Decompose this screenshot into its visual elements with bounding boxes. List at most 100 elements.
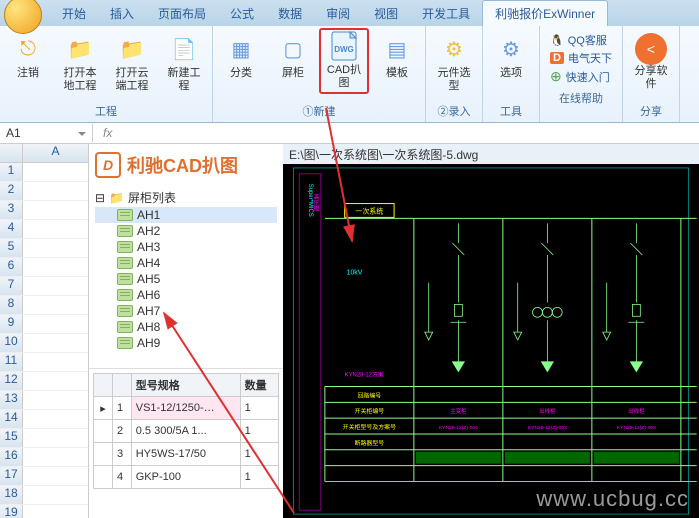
logout-button[interactable]: ⎋注销 xyxy=(4,30,52,83)
svg-text:KYN28-12(Z)-003: KYN28-12(Z)-003 xyxy=(528,425,567,431)
ribbon-tab[interactable]: 利驰报价ExWinner xyxy=(482,0,608,26)
cell[interactable] xyxy=(23,372,88,390)
table-row[interactable]: ▸1VS1-12/1250-…1 xyxy=(94,397,279,420)
cell[interactable] xyxy=(23,391,88,409)
column-header[interactable]: 数量 xyxy=(240,374,278,397)
dianqi-tianxia[interactable]: D电气天下 xyxy=(550,50,612,66)
ribbon-tab[interactable]: 审阅 xyxy=(314,1,362,26)
ribbon-tab[interactable]: 开始 xyxy=(50,1,98,26)
group-label: ②录入 xyxy=(430,102,478,120)
column-header[interactable] xyxy=(113,374,132,397)
quick-start[interactable]: ⊕快速入门 xyxy=(550,68,612,85)
row-header[interactable]: 6 xyxy=(0,258,23,276)
spec-table[interactable]: 型号规格数量 ▸1VS1-12/1250-…120.5 300/5A 1...1… xyxy=(89,369,283,493)
row-header[interactable]: 16 xyxy=(0,448,23,466)
table-row[interactable]: 3HY5WS-17/501 xyxy=(94,443,279,466)
cell[interactable] xyxy=(23,505,88,518)
cell[interactable] xyxy=(23,182,88,200)
column-header[interactable]: A xyxy=(23,144,88,162)
row-header[interactable]: 18 xyxy=(0,486,23,504)
column-header[interactable] xyxy=(94,374,113,397)
cad-scrape-panel: D 利驰CAD扒图 ⊟ 📁 屏柜列表 AH1AH2AH3AH4AH5AH6AH7… xyxy=(89,144,283,518)
row-header[interactable]: 4 xyxy=(0,220,23,238)
ribbon-tab[interactable]: 页面布局 xyxy=(146,1,218,26)
open-cloud-project-button-icon: 📁 xyxy=(116,33,148,65)
cell[interactable] xyxy=(23,353,88,371)
panel-title: D 利驰CAD扒图 xyxy=(89,144,283,186)
cell[interactable] xyxy=(23,334,88,352)
cell[interactable] xyxy=(23,239,88,257)
row-header[interactable]: 8 xyxy=(0,296,23,314)
share-button[interactable]: <分享软件 xyxy=(627,30,675,94)
tree-node[interactable]: AH5 xyxy=(95,271,277,287)
tree-node[interactable]: AH4 xyxy=(95,255,277,271)
cell[interactable] xyxy=(23,486,88,504)
minus-icon[interactable]: ⊟ xyxy=(95,191,105,205)
row-header[interactable]: 17 xyxy=(0,467,23,485)
ribbon-tab[interactable]: 数据 xyxy=(266,1,314,26)
ribbon-tab[interactable]: 视图 xyxy=(362,1,410,26)
new-project-button[interactable]: 📄新建工程 xyxy=(160,30,208,96)
row-header[interactable]: 7 xyxy=(0,277,23,295)
svg-text:主变柜: 主变柜 xyxy=(450,407,467,415)
tree-node[interactable]: AH3 xyxy=(95,239,277,255)
tree-root[interactable]: ⊟ 📁 屏柜列表 xyxy=(95,188,277,207)
open-local-project-button[interactable]: 📁打开本地工程 xyxy=(56,30,104,96)
tree-node[interactable]: AH7 xyxy=(95,303,277,319)
cabinet-tree[interactable]: ⊟ 📁 屏柜列表 AH1AH2AH3AH4AH5AH6AH7AH8AH9 xyxy=(89,186,283,369)
group-label: 工程 xyxy=(4,102,208,120)
tree-node[interactable]: AH9 xyxy=(95,335,277,351)
row-header[interactable]: 15 xyxy=(0,429,23,447)
open-cloud-project-button[interactable]: 📁打开云端工程 xyxy=(108,30,156,96)
tree-node[interactable]: AH1 xyxy=(95,207,277,223)
cell[interactable] xyxy=(23,258,88,276)
row-header[interactable]: 3 xyxy=(0,201,23,219)
cell[interactable] xyxy=(23,429,88,447)
ribbon-tab[interactable]: 开发工具 xyxy=(410,1,482,26)
tree-node[interactable]: AH8 xyxy=(95,319,277,335)
cell[interactable] xyxy=(23,163,88,181)
cell[interactable] xyxy=(23,220,88,238)
cabinet-button[interactable]: ▢屏柜 xyxy=(269,30,317,83)
row-header[interactable]: 2 xyxy=(0,182,23,200)
name-box[interactable]: A1 xyxy=(0,124,93,142)
worksheet-grid[interactable]: A 12345678910111213141516171819 xyxy=(0,144,89,518)
cabinet-icon xyxy=(117,209,133,221)
cell[interactable] xyxy=(23,201,88,219)
row-header[interactable]: 9 xyxy=(0,315,23,333)
ribbon-tab[interactable]: 插入 xyxy=(98,1,146,26)
tree-node[interactable]: AH2 xyxy=(95,223,277,239)
cell[interactable] xyxy=(23,467,88,485)
template-button[interactable]: ▤模板 xyxy=(373,30,421,83)
cell[interactable] xyxy=(23,296,88,314)
ribbon-tab[interactable]: 公式 xyxy=(218,1,266,26)
options-button[interactable]: ⚙选项 xyxy=(487,30,535,83)
table-row[interactable]: 4GKP-1001 xyxy=(94,466,279,489)
select-all-corner[interactable] xyxy=(0,144,23,162)
svg-text:断路器型号: 断路器型号 xyxy=(355,439,385,447)
row-header[interactable]: 13 xyxy=(0,391,23,409)
cad-drawing[interactable]: Super*MICS高压柜一次系统10kV回路编号开关柜编号开关柜型号及方案号断… xyxy=(283,164,699,518)
qq-support[interactable]: 🐧QQ客服 xyxy=(550,32,612,48)
cad-scrape-button[interactable]: DWGCAD扒图 xyxy=(319,28,369,94)
cell[interactable] xyxy=(23,277,88,295)
category-button[interactable]: ▦分类 xyxy=(217,30,265,83)
row-header[interactable]: 12 xyxy=(0,372,23,390)
cell[interactable] xyxy=(23,315,88,333)
row-header[interactable]: 1 xyxy=(0,163,23,181)
row-header[interactable]: 5 xyxy=(0,239,23,257)
cad-viewport[interactable]: E:\图\一次系统图\一次系统图-5.dwg Super*MICS高压柜一次系统… xyxy=(283,144,699,518)
row-header[interactable]: 10 xyxy=(0,334,23,352)
table-row[interactable]: 20.5 300/5A 1...1 xyxy=(94,420,279,443)
group-label: 工具 xyxy=(487,102,535,120)
component-select-button[interactable]: ⚙元件选型 xyxy=(430,30,478,96)
tree-node[interactable]: AH6 xyxy=(95,287,277,303)
cell[interactable] xyxy=(23,448,88,466)
column-header[interactable]: 型号规格 xyxy=(131,374,240,397)
row-header[interactable]: 19 xyxy=(0,505,23,518)
row-header[interactable]: 14 xyxy=(0,410,23,428)
cell[interactable] xyxy=(23,410,88,428)
template-button-icon: ▤ xyxy=(381,33,413,65)
fx-icon[interactable]: fx xyxy=(93,126,122,140)
row-header[interactable]: 11 xyxy=(0,353,23,371)
